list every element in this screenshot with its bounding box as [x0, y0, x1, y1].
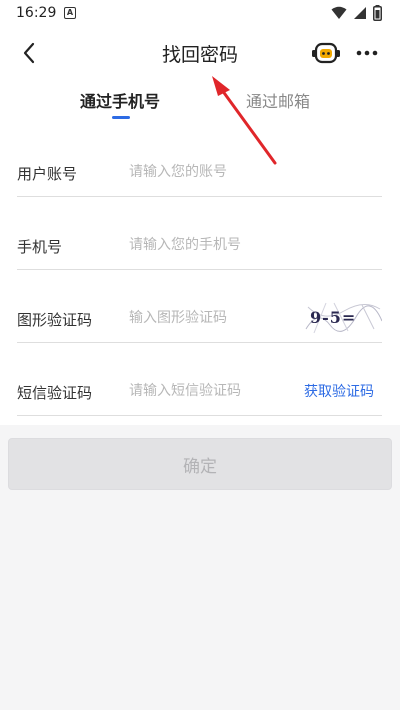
phone-input[interactable]	[129, 234, 299, 256]
account-label: 用户账号	[17, 165, 78, 183]
sms-input[interactable]	[129, 380, 299, 402]
more-options-button[interactable]	[352, 40, 382, 66]
a-notification-icon: A	[64, 7, 76, 19]
captcha-image[interactable]: 9-5=	[304, 299, 382, 335]
captcha-input[interactable]	[129, 307, 299, 329]
wifi-icon	[331, 6, 347, 19]
active-tab-indicator	[112, 116, 130, 119]
phone-label: 手机号	[17, 238, 63, 256]
signal-icon	[354, 7, 366, 19]
account-row: 用户账号	[17, 125, 382, 197]
status-time: 16:29	[16, 5, 57, 21]
sms-label: 短信验证码	[17, 384, 93, 402]
phone-row: 手机号	[17, 198, 382, 270]
robot-assistant-button[interactable]	[310, 41, 342, 65]
status-bar: 16:29 A	[0, 0, 400, 28]
battery-icon	[373, 5, 382, 21]
captcha-label: 图形验证码	[17, 311, 93, 329]
account-input[interactable]	[129, 161, 299, 183]
recovery-form: 用户账号 手机号 图形验证码 9-5= 短信验证码 获取验证码	[0, 125, 400, 425]
tab-bar: 通过手机号 通过邮箱	[0, 88, 400, 124]
status-icons	[331, 5, 382, 21]
get-sms-code-button[interactable]: 获取验证码	[304, 381, 374, 401]
robot-icon	[312, 42, 340, 64]
captcha-text: 9-5=	[310, 308, 356, 327]
captcha-row: 图形验证码 9-5=	[17, 271, 382, 343]
sms-row: 短信验证码 获取验证码	[17, 344, 382, 416]
tab-email[interactable]: 通过邮箱	[246, 88, 310, 112]
tab-phone[interactable]: 通过手机号	[80, 88, 160, 112]
nav-bar: 找回密码	[0, 28, 400, 78]
confirm-button[interactable]: 确定	[8, 438, 392, 490]
top-section: 16:29 A 找回密码 通过手机号 通过邮箱	[0, 0, 400, 125]
more-icon	[356, 50, 378, 56]
